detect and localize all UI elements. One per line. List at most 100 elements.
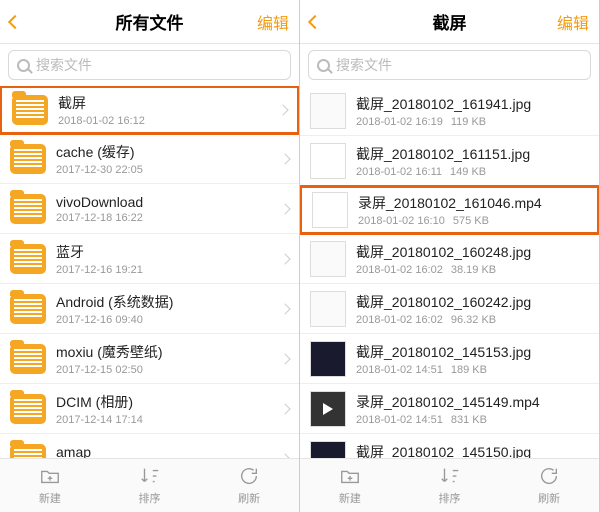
file-name: 录屏_20180102_161046.mp4: [358, 193, 587, 213]
toolbar: 新建 排序 刷新: [0, 458, 299, 512]
file-name: 截屏_20180102_160242.jpg: [356, 292, 589, 312]
sort-icon: [439, 465, 461, 487]
row-text: 截屏_20180102_160248.jpg 2018-01-02 16:02 3…: [356, 242, 589, 276]
file-row[interactable]: 录屏_20180102_161046.mp4 2018-01-02 16:10 5…: [300, 185, 599, 235]
file-size: 38.19 KB: [451, 264, 496, 276]
folder-date: 2017-12-18 16:22: [56, 212, 275, 224]
row-text: 录屏_20180102_145149.mp4 2018-01-02 14:518…: [356, 392, 589, 426]
file-list: 截屏_20180102_161941.jpg 2018-01-02 16:191…: [300, 86, 599, 458]
folder-name: amap: [56, 444, 275, 459]
file-name: 截屏_20180102_161941.jpg: [356, 94, 589, 114]
edit-button[interactable]: 编辑: [557, 0, 589, 44]
folder-date: 2017-12-16 19:21: [56, 264, 275, 276]
folder-icon: [10, 344, 46, 374]
row-text: moxiu (魔秀壁纸) 2017-12-15 02:50: [56, 342, 275, 376]
sort-icon: [139, 465, 161, 487]
toolbar: 新建 排序 刷新: [300, 458, 599, 512]
refresh-button[interactable]: 刷新: [199, 459, 299, 512]
sort-button[interactable]: 排序: [400, 459, 500, 512]
folder-icon: [10, 244, 46, 274]
file-row[interactable]: 录屏_20180102_145149.mp4 2018-01-02 14:518…: [300, 384, 599, 434]
row-text: DCIM (相册) 2017-12-14 17:14: [56, 392, 275, 426]
chevron-right-icon: [277, 104, 288, 115]
search-input[interactable]: 搜索文件: [8, 50, 291, 80]
file-date: 2018-01-02 16:11: [356, 166, 442, 178]
file-date: 2018-01-02 16:02: [356, 264, 443, 276]
thumbnail-icon: [310, 143, 346, 179]
new-button[interactable]: 新建: [0, 459, 100, 512]
thumbnail-icon: [310, 241, 346, 277]
search-icon: [17, 59, 30, 72]
search-placeholder: 搜索文件: [36, 55, 92, 75]
folder-name: moxiu (魔秀壁纸): [56, 342, 275, 362]
header: 截屏 编辑: [300, 0, 599, 44]
file-name: 录屏_20180102_145149.mp4: [356, 392, 589, 412]
file-row[interactable]: 截屏_20180102_145153.jpg 2018-01-02 14:511…: [300, 334, 599, 384]
page-title: 截屏: [433, 9, 467, 34]
folder-row[interactable]: Android (系统数据) 2017-12-16 09:40: [0, 284, 299, 334]
folder-row[interactable]: amap 2017-12-14 15:20: [0, 434, 299, 458]
chevron-right-icon: [279, 453, 290, 458]
folder-icon: [10, 444, 46, 459]
file-row[interactable]: 截屏_20180102_145150.jpg 2018-01-02 14:511…: [300, 434, 599, 458]
thumbnail-icon: [310, 93, 346, 129]
file-size: 831 KB: [451, 414, 487, 426]
file-date: 2018-01-02 16:10: [358, 215, 445, 227]
folder-name: cache (缓存): [56, 142, 275, 162]
sort-button[interactable]: 排序: [100, 459, 200, 512]
header: 所有文件 编辑: [0, 0, 299, 44]
refresh-icon: [538, 465, 560, 487]
folder-date: 2017-12-15 02:50: [56, 364, 275, 376]
thumbnail-icon: [310, 441, 346, 459]
file-date: 2018-01-02 16:19: [356, 116, 443, 128]
row-text: Android (系统数据) 2017-12-16 09:40: [56, 292, 275, 326]
file-row[interactable]: 截屏_20180102_160242.jpg 2018-01-02 16:029…: [300, 284, 599, 334]
refresh-icon: [238, 465, 260, 487]
file-name: 截屏_20180102_145153.jpg: [356, 342, 589, 362]
folder-date: 2017-12-30 22:05: [56, 164, 275, 176]
back-button[interactable]: [310, 0, 324, 44]
folder-icon: [12, 95, 48, 125]
folder-row[interactable]: DCIM (相册) 2017-12-14 17:14: [0, 384, 299, 434]
folder-row[interactable]: 截屏 2018-01-02 16:12: [0, 86, 299, 135]
row-text: 截屏 2018-01-02 16:12: [58, 93, 273, 127]
folder-row[interactable]: cache (缓存) 2017-12-30 22:05: [0, 134, 299, 184]
file-row[interactable]: 截屏_20180102_160248.jpg 2018-01-02 16:02 3…: [300, 234, 599, 284]
folder-icon: [10, 194, 46, 224]
folder-date: 2017-12-16 09:40: [56, 314, 275, 326]
folder-row[interactable]: moxiu (魔秀壁纸) 2017-12-15 02:50: [0, 334, 299, 384]
folder-date: 2017-12-14 17:14: [56, 414, 275, 426]
file-size: 575 KB: [453, 215, 489, 227]
folder-icon: [10, 294, 46, 324]
thumbnail-icon: [310, 391, 346, 427]
search-placeholder: 搜索文件: [336, 55, 392, 75]
file-name: 截屏_20180102_145150.jpg: [356, 442, 589, 459]
folder-name: Android (系统数据): [56, 292, 275, 312]
folder-row[interactable]: 蓝牙 2017-12-16 19:21: [0, 234, 299, 284]
left-pane: 所有文件 编辑 搜索文件 截屏 2018-01-02 16:12 cache (…: [0, 0, 300, 512]
file-row[interactable]: 截屏_20180102_161941.jpg 2018-01-02 16:191…: [300, 86, 599, 136]
refresh-button[interactable]: 刷新: [499, 459, 599, 512]
folder-name: 截屏: [58, 93, 273, 113]
chevron-right-icon: [279, 403, 290, 414]
new-folder-icon: [339, 465, 361, 487]
search-input[interactable]: 搜索文件: [308, 50, 591, 80]
back-button[interactable]: [10, 0, 24, 44]
new-button[interactable]: 新建: [300, 459, 400, 512]
page-title: 所有文件: [116, 9, 184, 34]
folder-name: DCIM (相册): [56, 392, 275, 412]
folder-row[interactable]: vivoDownload 2017-12-18 16:22: [0, 184, 299, 234]
folder-icon: [10, 144, 46, 174]
row-text: 截屏_20180102_161151.jpg 2018-01-02 16:111…: [356, 144, 589, 178]
folder-icon: [10, 394, 46, 424]
file-date: 2018-01-02 14:51: [356, 364, 443, 376]
right-pane: 截屏 编辑 搜索文件 截屏_20180102_161941.jpg 2018-0…: [300, 0, 600, 512]
folder-date: 2018-01-02 16:12: [58, 115, 273, 127]
row-text: 录屏_20180102_161046.mp4 2018-01-02 16:10 5…: [358, 193, 587, 227]
row-text: 截屏_20180102_145153.jpg 2018-01-02 14:511…: [356, 342, 589, 376]
file-name: 截屏_20180102_160248.jpg: [356, 242, 589, 262]
edit-button[interactable]: 编辑: [257, 0, 289, 44]
chevron-right-icon: [279, 303, 290, 314]
row-text: cache (缓存) 2017-12-30 22:05: [56, 142, 275, 176]
file-row[interactable]: 截屏_20180102_161151.jpg 2018-01-02 16:111…: [300, 136, 599, 186]
